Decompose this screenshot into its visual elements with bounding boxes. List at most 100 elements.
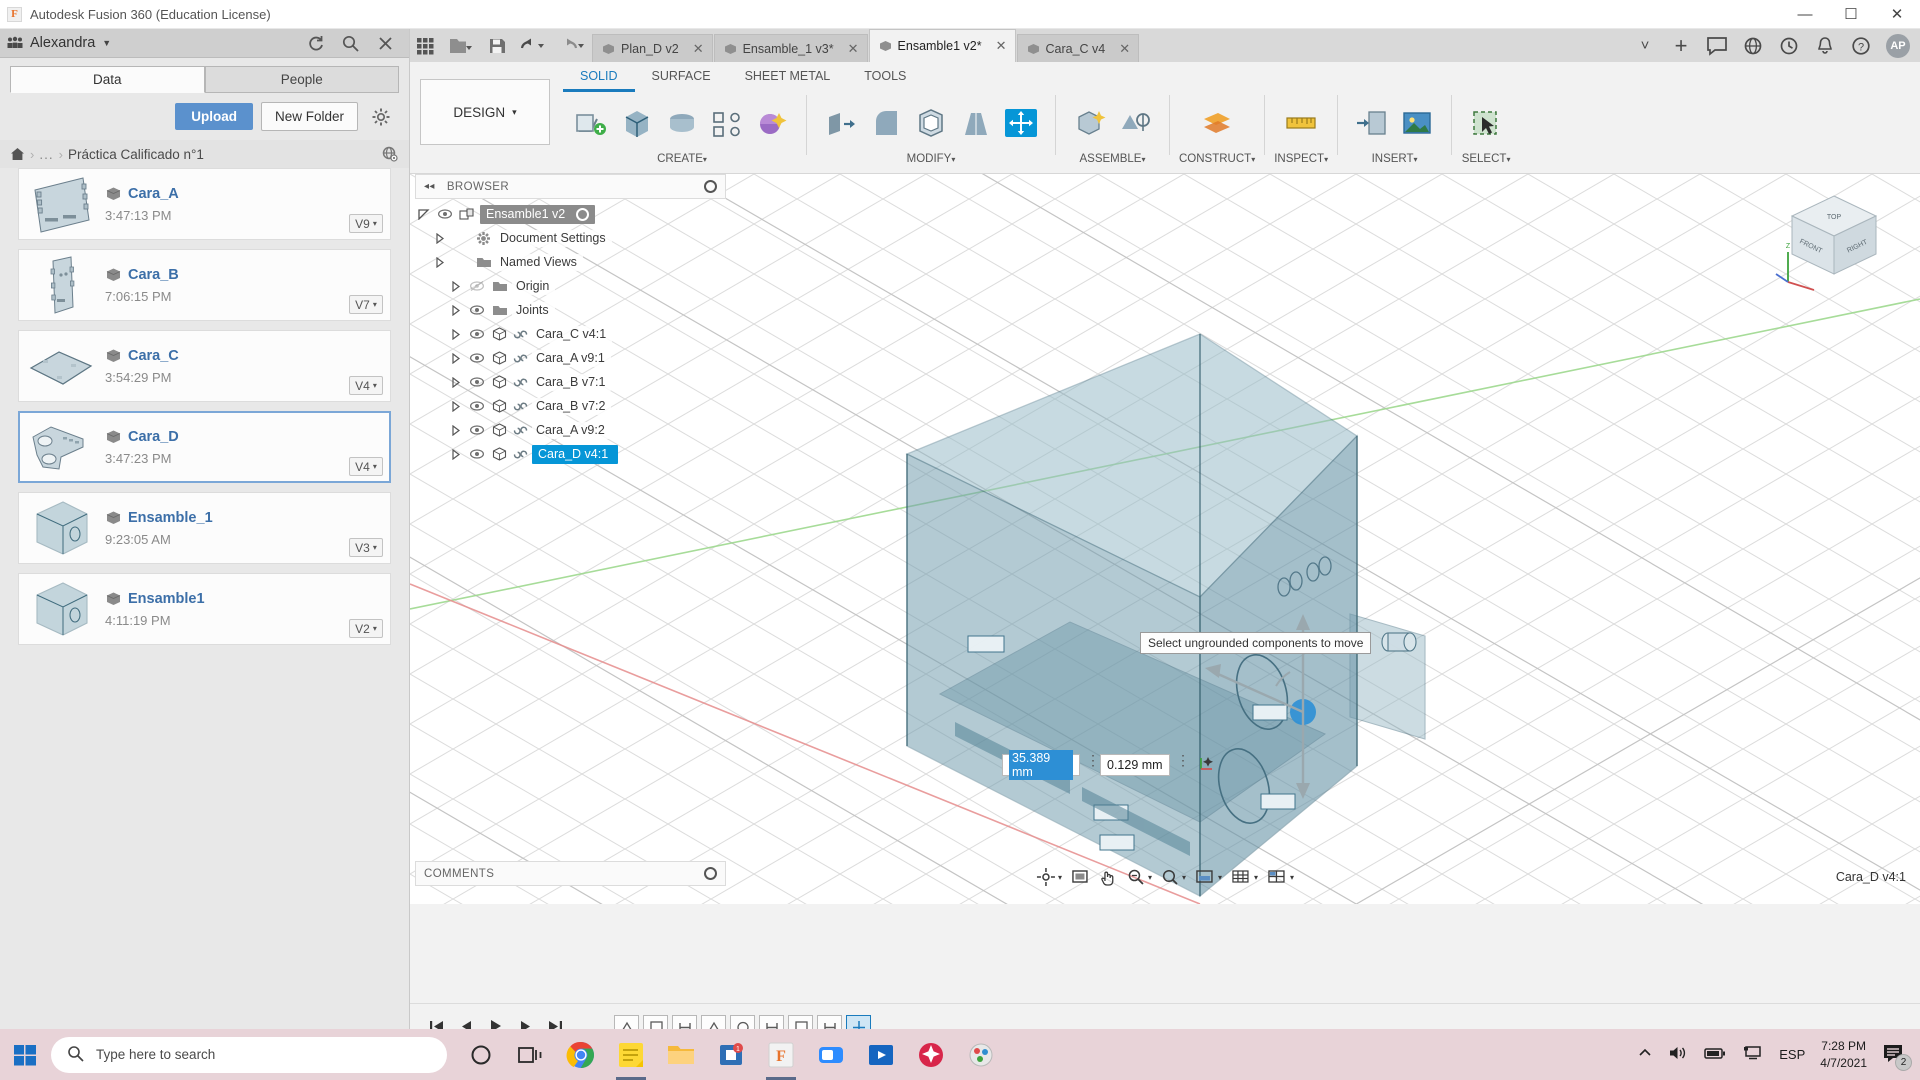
orbit-icon[interactable]: ▾ xyxy=(1033,864,1065,890)
cortana-icon[interactable] xyxy=(463,1037,499,1073)
file-version-badge[interactable]: V2 ▾ xyxy=(349,619,383,638)
notifications-bell-icon[interactable] xyxy=(1814,35,1836,57)
ribbon-group-insert-label[interactable]: INSERT▾ xyxy=(1372,149,1418,165)
comments-bar[interactable]: COMMENTS xyxy=(415,861,726,886)
start-button[interactable] xyxy=(0,1029,49,1080)
move-copy-icon[interactable] xyxy=(1000,97,1042,149)
file-version-badge[interactable]: V7 ▾ xyxy=(349,295,383,314)
movies-icon[interactable] xyxy=(863,1037,899,1073)
store-icon[interactable]: 1 xyxy=(713,1037,749,1073)
fortnite-icon[interactable] xyxy=(913,1037,949,1073)
volume-icon[interactable] xyxy=(1668,1044,1688,1065)
browser-node-document-settings[interactable]: Document Settings xyxy=(415,226,726,250)
gizmo-y-distance-field[interactable]: 0.129 mm xyxy=(1100,754,1170,776)
ribbon-group-select-label[interactable]: SELECT▾ xyxy=(1462,149,1511,165)
browser-node-cara-b-v7-1[interactable]: Cara_B v7:1 xyxy=(415,370,726,394)
file-card-cara_b[interactable]: Cara_B 7:06:15 PM V7 ▾ xyxy=(18,249,391,321)
chrome-icon[interactable] xyxy=(563,1037,599,1073)
fillet-icon[interactable] xyxy=(865,97,907,149)
new-folder-button[interactable]: New Folder xyxy=(260,102,358,131)
viewports-icon[interactable]: ▾ xyxy=(1263,864,1297,890)
search-input[interactable]: Type here to search xyxy=(51,1036,447,1073)
visibility-eye-icon[interactable] xyxy=(467,424,487,436)
refresh-icon[interactable] xyxy=(306,34,325,53)
task-view-icon[interactable] xyxy=(513,1037,549,1073)
file-card-cara_c[interactable]: Cara_C 3:54:29 PM V4 ▾ xyxy=(18,330,391,402)
expand-arrow-icon[interactable] xyxy=(447,328,464,340)
browser-node-cara-c-v4-1[interactable]: Cara_C v4:1 xyxy=(415,322,726,346)
ribbon-group-modify-label[interactable]: MODIFY▾ xyxy=(907,149,956,165)
document-tab-3[interactable]: Cara_C v4 ✕ xyxy=(1016,34,1140,62)
visual-style-caret-icon[interactable]: ▾ xyxy=(1218,873,1222,882)
expand-arrow-icon[interactable] xyxy=(447,352,464,364)
orbit-caret-icon[interactable]: ▾ xyxy=(1058,873,1062,882)
document-tab-close-icon[interactable]: ✕ xyxy=(685,41,704,57)
ribbon-tab-sheet-metal[interactable]: SHEET METAL xyxy=(728,64,848,92)
revolve-icon[interactable] xyxy=(661,97,703,149)
gizmo-y-options-icon[interactable]: ⋮ xyxy=(1176,752,1191,769)
gizmo-x-options-icon[interactable]: ⋮ xyxy=(1086,752,1101,769)
file-version-badge[interactable]: V4 ▾ xyxy=(349,457,383,476)
paint3d-icon[interactable] xyxy=(963,1037,999,1073)
comments-icon[interactable] xyxy=(1706,35,1728,57)
box-icon[interactable] xyxy=(616,97,658,149)
browser-toggle-icon[interactable] xyxy=(704,180,717,193)
visual-style-icon[interactable]: ▾ xyxy=(1191,864,1225,890)
new-component-icon[interactable] xyxy=(1069,97,1111,149)
undo-icon[interactable] xyxy=(518,35,548,57)
search-icon[interactable] xyxy=(341,34,360,53)
globe-icon[interactable] xyxy=(381,145,399,163)
close-button[interactable]: ✕ xyxy=(1874,0,1920,28)
offset-plane-icon[interactable] xyxy=(1196,97,1238,149)
file-name[interactable]: Cara_A xyxy=(128,186,179,202)
gizmo-set-pivot-icon[interactable] xyxy=(1196,752,1218,774)
browser-node-named-views[interactable]: Named Views xyxy=(415,250,726,274)
expand-arrow-icon[interactable] xyxy=(447,280,464,292)
visibility-eye-icon[interactable] xyxy=(435,208,455,220)
tab-people[interactable]: People xyxy=(204,66,399,93)
ribbon-group-construct-label[interactable]: CONSTRUCT▾ xyxy=(1179,149,1255,165)
expand-arrow-icon[interactable] xyxy=(431,232,448,244)
browser-root-node[interactable]: Ensamble1 v2 xyxy=(415,202,726,226)
file-name[interactable]: Ensamble1 xyxy=(128,591,205,607)
expand-arrow-icon[interactable] xyxy=(447,424,464,436)
fusion360-icon[interactable]: F xyxy=(763,1037,799,1080)
file-version-badge[interactable]: V9 ▾ xyxy=(349,214,383,233)
gizmo-x-distance-field[interactable]: 35.389 mm xyxy=(1002,750,1080,780)
breadcrumb-current[interactable]: Práctica Calificado n°1 xyxy=(68,147,204,162)
save-icon[interactable] xyxy=(486,35,508,57)
draft-icon[interactable] xyxy=(955,97,997,149)
sticky-notes-icon[interactable] xyxy=(613,1037,649,1080)
sketch-icon[interactable] xyxy=(571,97,613,149)
new-file-icon[interactable] xyxy=(446,35,476,57)
expand-arrow-icon[interactable] xyxy=(415,208,432,220)
select-icon[interactable] xyxy=(1465,97,1507,149)
app-grid-icon[interactable] xyxy=(414,35,436,57)
add-tab-button[interactable]: + xyxy=(1670,33,1692,58)
expand-arrow-icon[interactable] xyxy=(447,448,464,460)
notifications-icon[interactable]: 2 xyxy=(1882,1042,1912,1071)
ribbon-tab-tools[interactable]: TOOLS xyxy=(847,64,923,92)
file-card-cara_a[interactable]: Cara_A 3:47:13 PM V9 ▾ xyxy=(18,168,391,240)
expand-arrow-icon[interactable] xyxy=(447,376,464,388)
file-name[interactable]: Cara_B xyxy=(128,267,179,283)
file-card-ensamble1[interactable]: Ensamble1 4:11:19 PM V2 ▾ xyxy=(18,573,391,645)
tab-overflow-caret-icon[interactable]: ˅ xyxy=(1634,35,1656,57)
visibility-eye-icon[interactable] xyxy=(467,376,487,388)
language-indicator[interactable]: ESP xyxy=(1779,1047,1805,1062)
pattern-icon[interactable] xyxy=(706,97,748,149)
display-caret-icon[interactable]: ▾ xyxy=(1182,873,1186,882)
redo-icon[interactable] xyxy=(558,35,588,57)
ribbon-group-create-label[interactable]: CREATE▾ xyxy=(657,149,707,165)
press-pull-icon[interactable] xyxy=(820,97,862,149)
expand-arrow-icon[interactable] xyxy=(431,256,448,268)
document-tab-0[interactable]: Plan_D v2 ✕ xyxy=(592,34,713,62)
help-icon[interactable]: ? xyxy=(1850,35,1872,57)
document-tab-1[interactable]: Ensamble_1 v3* ✕ xyxy=(713,34,868,62)
file-card-ensamble_1[interactable]: Ensamble_1 9:23:05 AM V3 ▾ xyxy=(18,492,391,564)
upload-button[interactable]: Upload xyxy=(175,103,253,130)
avatar[interactable]: AP xyxy=(1886,33,1910,58)
expand-arrow-icon[interactable] xyxy=(447,400,464,412)
visibility-eye-icon[interactable] xyxy=(467,304,487,316)
pan-icon[interactable] xyxy=(1095,864,1121,890)
